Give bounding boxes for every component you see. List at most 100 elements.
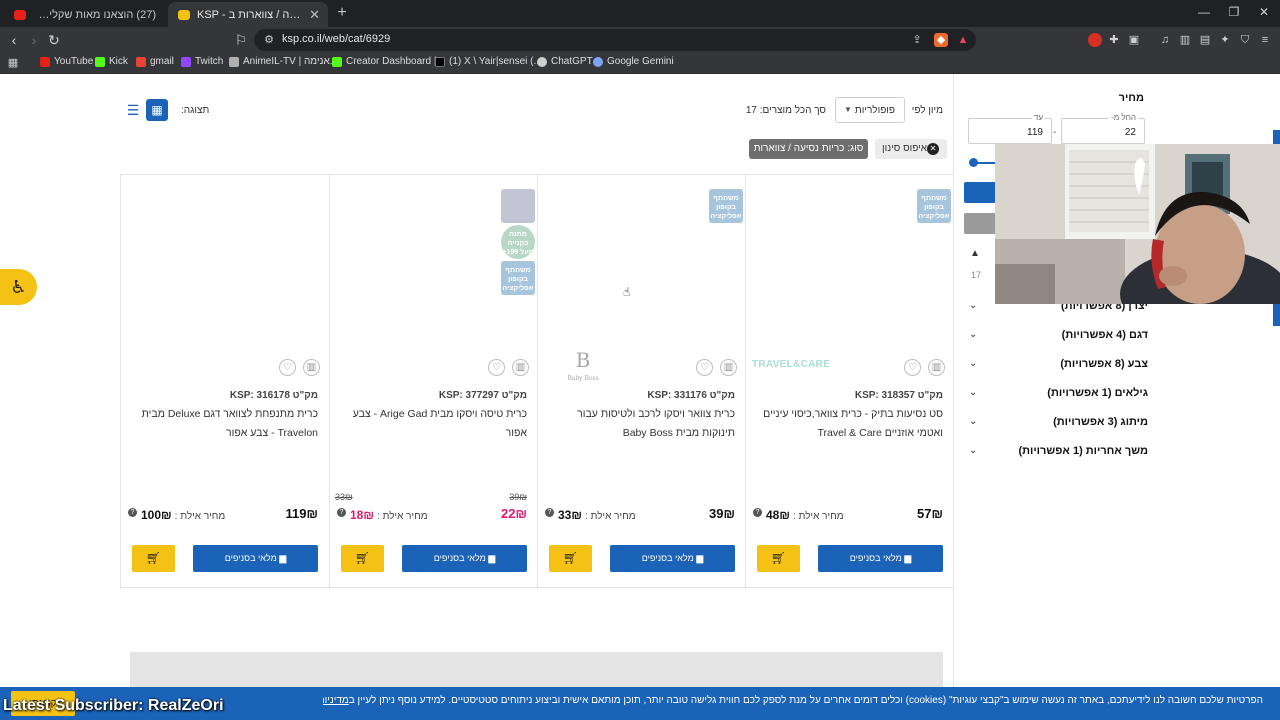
bookmark-creator-dashboard[interactable]: Creator Dashboard |... [332,56,445,67]
product-card[interactable]: משתתף בקופון אפליקציה TRAVEL&CARE ▥ ♡ מק"ט… [745,175,953,589]
total-products: סך הכל מוצרים: 17 [745,105,826,116]
leo-ai-icon[interactable]: ✦ [1218,33,1232,47]
bookmark-icon[interactable]: ⚐ [233,31,249,49]
brave-rewards-icon[interactable]: ▲ [956,33,970,47]
compare-icon[interactable]: ▥ [720,359,737,376]
price-to-value: 119 [1027,127,1043,138]
add-to-cart-button[interactable]: 🛒︎ [341,545,384,572]
cart-icon: 🛒︎ [562,551,579,565]
bookmark-label: Kick [109,56,128,67]
stock-in-branches-button[interactable]: ▆ מלאי בסניפים [610,545,735,572]
help-icon[interactable]: ? [753,508,762,517]
product-price: 119₪ [285,506,318,521]
filter-count: 17 [971,270,982,280]
product-card[interactable]: מתנה בקנייה מעל 199+ משתתף בקופון אפליקצ… [329,175,537,589]
scrollbar-marker[interactable] [1273,130,1280,144]
favorite-heart-icon[interactable]: ♡ [904,359,921,376]
close-window-icon[interactable]: ✕ [1257,4,1271,20]
compare-icon[interactable]: ▥ [303,359,320,376]
bookmark-x[interactable]: (1) X \ Yair|sensei (... [435,56,542,67]
reset-filter-button[interactable]: איפוס סינון ✕ [875,139,947,159]
accessibility-icon[interactable]: ♿︎ [0,269,37,305]
stock-in-branches-button[interactable]: ▆ מלאי בסניפים [193,545,318,572]
product-card[interactable]: משתתף בקופון אפליקציה B Baby Boss ▥ ♡ מק"ט … [537,175,745,589]
price-from-field[interactable]: החל מ- 22 [1061,113,1145,144]
reload-icon[interactable]: ↻ [46,31,62,49]
active-filter-chip[interactable]: סוג: כריות נסיעה / צווארות [749,139,868,159]
product-name[interactable]: כרית מתנפחת לצוואר דגם Deluxe מבית Trave… [130,405,318,443]
brave-shield-icon[interactable]: ◆ [934,33,948,47]
compare-icon[interactable]: ▥ [512,359,529,376]
close-tab-icon[interactable]: ✕ [309,7,320,23]
wallet-icon[interactable]: ▤ [1198,33,1212,47]
compare-icon[interactable]: ▥ [928,359,945,376]
sort-select[interactable]: פופולריות ▼ [835,97,905,123]
forward-icon[interactable]: › [26,31,42,49]
apps-grid-icon[interactable]: ▦ [6,56,20,70]
bookmarks-bar: ▦ YouTube Kick gmail Twitch AnimeIL-TV |… [0,53,1280,74]
tab-ksp[interactable]: KSP - כריות נסיעה / צווארות ב- ✕ [168,2,328,27]
favorite-heart-icon[interactable]: ♡ [488,359,505,376]
chevron-up-icon[interactable]: ▲ [969,248,981,259]
media-icon[interactable]: ♫ [1158,33,1172,47]
filter-color[interactable]: צבע (8 אפשרויות) ⌄ [966,356,1156,374]
filter-warranty[interactable]: משך אחריות (1 אפשרויות) ⌄ [966,443,1156,461]
stock-in-branches-button[interactable]: ▆ מלאי בסניפים [402,545,527,572]
grid-view-icon[interactable]: ▦ [146,99,168,121]
new-tab-button[interactable]: + [334,4,350,22]
address-bar[interactable]: ⚙ ksp.co.il/web/cat/6929 ⇪ ◆ ▲ [254,29,976,51]
help-icon[interactable]: ? [337,508,346,517]
price-to-field[interactable]: עד 119 [968,113,1052,144]
minimize-icon[interactable]: — [1197,4,1211,20]
bookmark-twitch[interactable]: Twitch [181,56,223,67]
bookmark-label: Google Gemini [607,56,674,67]
filter-model[interactable]: דגם (4 אפשרויות) ⌄ [966,327,1156,345]
add-to-cart-button[interactable]: 🛒︎ [132,545,175,572]
youtube-icon [40,56,50,67]
stock-in-branches-button[interactable]: ▆ מלאי בסניפים [818,545,943,572]
favorite-heart-icon[interactable]: ♡ [279,359,296,376]
product-name[interactable]: כרית טיסה ויסקו מבית Arige Gad - צבע אפו… [339,405,527,443]
back-icon[interactable]: ‹ [6,31,22,49]
tab-youtube[interactable]: (27) הוצאנו מאות שקלים לבדוק מוצר... [4,2,164,27]
product-card[interactable]: ▥ ♡ מק"ט KSP: 316178 כרית מתנפחת לצוואר … [120,175,328,589]
extensions-icon[interactable]: ✚ [1107,33,1121,47]
filter-branding[interactable]: מיתוג (3 אפשרויות) ⌄ [966,414,1156,432]
sidebar-toggle-icon[interactable]: ▥ [1178,33,1192,47]
bookmark-youtube[interactable]: YouTube [40,56,93,67]
banner-placeholder [130,652,943,692]
animeil-icon [229,56,239,67]
vpn-shield-icon[interactable]: ⛉ [1238,33,1252,47]
share-icon[interactable]: ⇪ [910,33,924,47]
favorite-heart-icon[interactable]: ♡ [696,359,713,376]
price-filter-title: מחיר [1118,92,1144,104]
filter-label: מיתוג (3 אפשרויות) [1053,416,1148,428]
add-to-cart-button[interactable]: 🛒︎ [757,545,800,572]
menu-icon[interactable]: ≡ [1258,33,1272,47]
site-info-icon[interactable]: ⚙ [262,33,276,47]
filter-ages[interactable]: גילאים (1 אפשרויות) ⌄ [966,385,1156,403]
bookmark-gemini[interactable]: Google Gemini [593,56,674,67]
product-sku: מק"ט KSP: 377297 [438,390,527,401]
scrollbar-marker[interactable] [1273,302,1280,326]
help-icon[interactable]: ? [128,508,137,517]
product-name[interactable]: כרית צוואר ויסקו לרכב ולטיסות עבור תינוק… [547,405,735,443]
screenshot-icon[interactable]: ▣ [1127,33,1141,47]
chevron-down-icon: ⌄ [969,416,978,427]
bookmark-gmail[interactable]: gmail [136,56,174,67]
bookmark-animeil[interactable]: AnimeIL-TV | אנימה... [229,56,338,67]
product-name[interactable]: סט נסיעות בתיק - כרית צוואר,כיסוי עיניים… [755,405,943,443]
x-icon [435,56,445,67]
extension-red-icon[interactable] [1088,33,1102,47]
privacy-policy-link[interactable]: מדיניות הפרטיות שלנו [323,695,349,706]
bookmark-chatgpt[interactable]: ChatGPT [537,56,593,67]
restore-icon[interactable]: ❐ [1227,4,1241,20]
list-view-icon[interactable]: ☰ [122,99,144,121]
youtube-icon [14,9,26,20]
help-icon[interactable]: ? [545,508,554,517]
price-slider-handle[interactable] [969,158,978,167]
bookmark-kick[interactable]: Kick [95,56,128,67]
app-coupon-badge: משתתף בקופון אפליקציה [917,189,951,223]
add-to-cart-button[interactable]: 🛒︎ [549,545,592,572]
gift-badge: מתנה בקנייה מעל 199+ [501,225,535,259]
